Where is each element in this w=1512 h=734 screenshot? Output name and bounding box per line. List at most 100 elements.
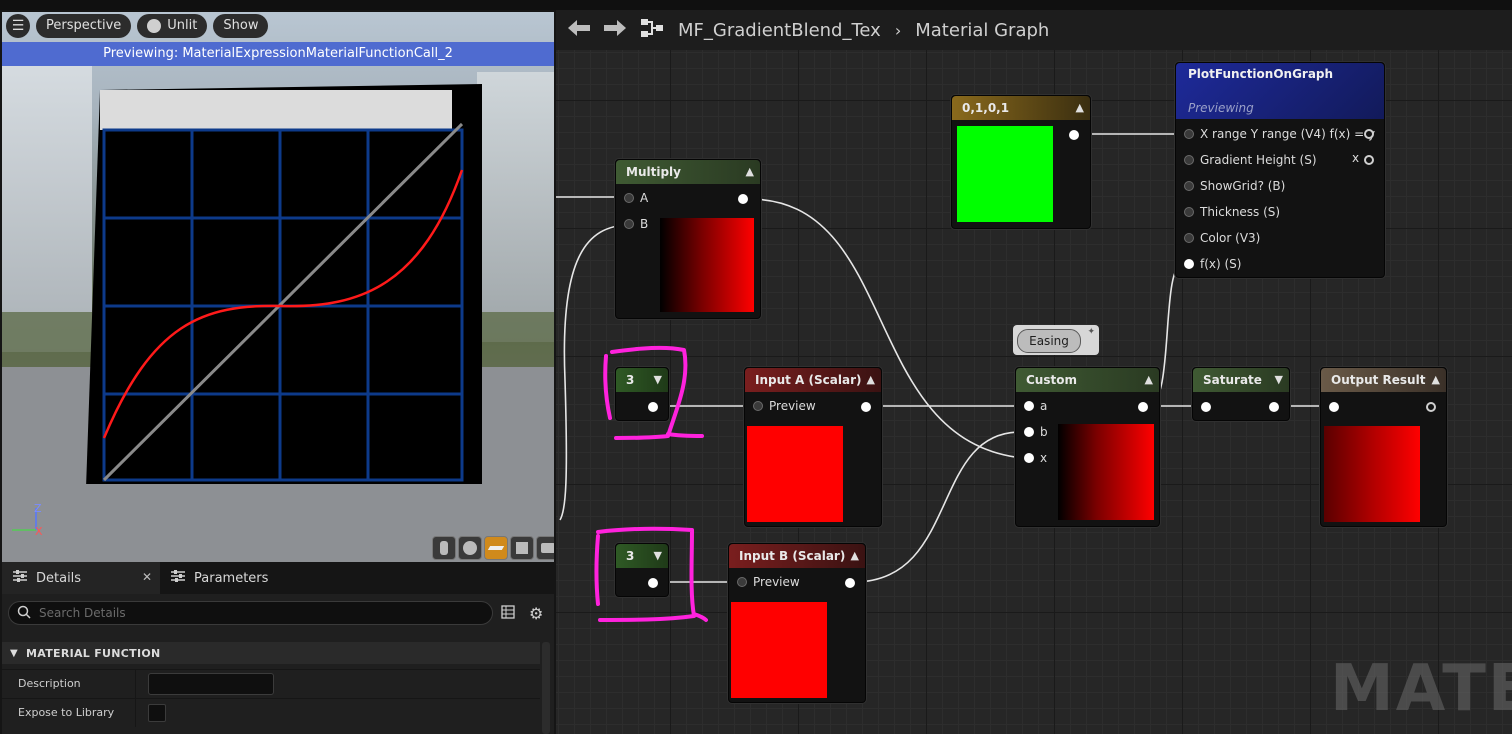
tab-parameters[interactable]: Parameters — [160, 562, 318, 594]
section-material-function[interactable]: ▼ MATERIAL FUNCTION — [2, 642, 540, 664]
plot-pin-thickness-label: Thickness (S) — [1200, 205, 1281, 219]
input-pin-icon[interactable] — [1201, 402, 1211, 412]
node-output-header[interactable]: Output Result ▲ — [1321, 368, 1446, 392]
search-box — [8, 601, 493, 625]
custom-pin-a[interactable]: a — [1024, 396, 1047, 416]
input-pin-icon[interactable] — [1024, 453, 1034, 463]
chevron-up-icon[interactable]: ▲ — [1145, 368, 1153, 392]
preview-plane — [86, 84, 482, 484]
details-scrollbar[interactable] — [542, 642, 550, 734]
input-pin-icon[interactable] — [753, 401, 763, 411]
close-icon[interactable]: ✕ — [142, 570, 152, 584]
comment-bubble[interactable]: Easing ✦ — [1013, 325, 1099, 355]
input-pin-icon[interactable] — [624, 219, 634, 229]
viewport-menu-button[interactable]: ☰ — [6, 14, 30, 38]
node-constant-1[interactable]: 3 ▼ — [615, 367, 669, 421]
node-input-a[interactable]: Input A (Scalar) ▲ Preview — [744, 367, 882, 527]
output-pin-icon[interactable] — [648, 402, 658, 412]
node-constant-1-header[interactable]: 3 ▼ — [616, 368, 668, 392]
cylinder-preview-button[interactable] — [432, 536, 456, 560]
custom-mesh-preview-button[interactable] — [536, 536, 554, 560]
cube-preview-button[interactable] — [510, 536, 534, 560]
node-saturate-header[interactable]: Saturate ▼ — [1193, 368, 1289, 392]
input-pin-icon[interactable] — [1184, 181, 1194, 191]
node-custom[interactable]: Custom ▲ a b x — [1015, 367, 1160, 527]
plot-pin-thickness[interactable]: Thickness (S) — [1184, 202, 1280, 222]
sphere-preview-button[interactable] — [458, 536, 482, 560]
input-a-pin-preview[interactable]: Preview — [753, 396, 816, 416]
input-pin-icon[interactable] — [1024, 427, 1034, 437]
node-constant-2[interactable]: 3 ▼ — [615, 543, 669, 597]
node-plot-header[interactable]: PlotFunctionOnGraph Previewing — [1176, 63, 1384, 119]
plot-pin-range[interactable]: X range Y range (V4) f(x) = y — [1184, 124, 1375, 144]
tab-details[interactable]: Details ✕ — [2, 562, 160, 594]
node-custom-title: Custom — [1026, 373, 1077, 387]
plot-pin-showgrid[interactable]: ShowGrid? (B) — [1184, 176, 1285, 196]
chevron-up-icon[interactable]: ▲ — [851, 544, 859, 568]
output-pin-icon[interactable] — [845, 578, 855, 588]
preview-viewport[interactable]: ☰ Perspective Unlit Show Previewing: Mat… — [2, 12, 554, 562]
node-multiply-header[interactable]: Multiply ▲ — [616, 160, 760, 184]
perspective-button[interactable]: Perspective — [36, 14, 132, 38]
pin-b[interactable]: B — [624, 214, 648, 234]
node-constant-2-header[interactable]: 3 ▼ — [616, 544, 668, 568]
input-pin-icon[interactable] — [737, 577, 747, 587]
chevron-down-icon[interactable]: ▼ — [654, 544, 662, 568]
node-input-b[interactable]: Input B (Scalar) ▲ Preview — [728, 543, 866, 703]
show-button[interactable]: Show — [213, 14, 269, 38]
plot-pin-height[interactable]: Gradient Height (S) — [1184, 150, 1317, 170]
node-input-b-header[interactable]: Input B (Scalar) ▲ — [729, 544, 865, 568]
plot-pin-color[interactable]: Color (V3) — [1184, 228, 1260, 248]
description-input[interactable] — [148, 673, 274, 695]
chevron-up-icon[interactable]: ▲ — [746, 160, 754, 184]
input-pin-icon[interactable] — [1184, 207, 1194, 217]
plane-preview-button[interactable] — [484, 536, 508, 560]
chevron-up-icon[interactable]: ▲ — [867, 368, 875, 392]
input-pin-icon[interactable] — [1184, 259, 1194, 269]
forward-arrow-icon[interactable] — [604, 19, 626, 41]
node-input-a-header[interactable]: Input A (Scalar) ▲ — [745, 368, 881, 392]
node-output-result[interactable]: Output Result ▲ — [1320, 367, 1447, 527]
output-pin-icon[interactable] — [648, 578, 658, 588]
node-custom-header[interactable]: Custom ▲ — [1016, 368, 1159, 392]
input-pin-icon[interactable] — [1184, 129, 1194, 139]
input-pin-icon[interactable] — [1024, 401, 1034, 411]
output-pin-icon[interactable] — [1364, 129, 1374, 139]
pin-icon[interactable]: ✦ — [1087, 327, 1095, 337]
node-vector-constant[interactable]: 0,1,0,1 ▲ — [951, 95, 1091, 229]
settings-button[interactable]: ⚙ — [524, 601, 548, 625]
output-pin-icon[interactable] — [738, 194, 748, 204]
chevron-down-icon[interactable]: ▼ — [1275, 368, 1283, 392]
pin-a[interactable]: A — [624, 188, 648, 208]
input-pin-icon[interactable] — [1329, 402, 1339, 412]
tab-parameters-label: Parameters — [194, 570, 269, 586]
output-pin-icon[interactable] — [1426, 402, 1436, 412]
comment-text: Easing — [1017, 329, 1081, 353]
custom-pin-x[interactable]: x — [1024, 448, 1047, 468]
output-pin-icon[interactable] — [1138, 402, 1148, 412]
input-pin-icon[interactable] — [624, 193, 634, 203]
output-pin-icon[interactable] — [1069, 130, 1079, 140]
input-pin-icon[interactable] — [1184, 233, 1194, 243]
chevron-up-icon[interactable]: ▲ — [1076, 96, 1084, 120]
node-plot-function[interactable]: PlotFunctionOnGraph Previewing X range Y… — [1175, 62, 1385, 278]
input-pin-icon[interactable] — [1184, 155, 1194, 165]
input-b-pin-preview[interactable]: Preview — [737, 572, 800, 592]
node-multiply[interactable]: Multiply ▲ A B — [615, 159, 761, 319]
output-pin-icon[interactable] — [1364, 155, 1374, 165]
breadcrumb-graph[interactable]: Material Graph — [915, 20, 1049, 41]
node-saturate[interactable]: Saturate ▼ — [1192, 367, 1290, 421]
chevron-down-icon[interactable]: ▼ — [654, 368, 662, 392]
custom-pin-b[interactable]: b — [1024, 422, 1048, 442]
plot-pin-fx[interactable]: f(x) (S) — [1184, 254, 1241, 274]
output-pin-icon[interactable] — [861, 402, 871, 412]
expose-to-library-checkbox[interactable] — [148, 704, 166, 722]
chevron-up-icon[interactable]: ▲ — [1432, 368, 1440, 392]
node-vector-header[interactable]: 0,1,0,1 ▲ — [952, 96, 1090, 120]
search-details-input[interactable] — [37, 605, 481, 621]
back-arrow-icon[interactable] — [568, 19, 590, 41]
table-view-button[interactable] — [497, 601, 521, 625]
breadcrumb-asset[interactable]: MF_GradientBlend_Tex — [678, 20, 881, 41]
output-pin-icon[interactable] — [1269, 402, 1279, 412]
unlit-button[interactable]: Unlit — [137, 14, 208, 38]
